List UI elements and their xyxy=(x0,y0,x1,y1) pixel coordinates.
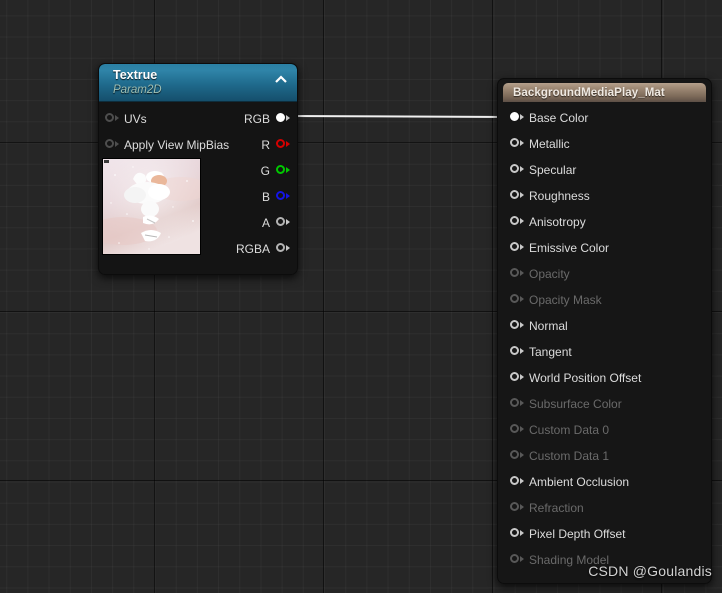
pin-label-base-color: Base Color xyxy=(529,111,589,125)
pin-row-metallic[interactable]: Metallic xyxy=(498,131,711,157)
pin-label-emissive-color: Emissive Color xyxy=(529,241,610,255)
pin-row-pixel-depth-offset[interactable]: Pixel Depth Offset xyxy=(498,521,711,547)
pin-label-a: A xyxy=(261,216,270,230)
pin-row-opacity-mask: Opacity Mask xyxy=(498,287,711,313)
pin-opacity-mask-icon xyxy=(510,293,524,307)
pin-refraction-icon xyxy=(510,501,524,515)
texture-thumbnail[interactable] xyxy=(102,158,201,255)
pin-tangent-icon[interactable] xyxy=(510,345,524,359)
pin-pixel-depth-offset-icon[interactable] xyxy=(510,527,524,541)
pin-opacity-icon xyxy=(510,267,524,281)
pin-label-opacity-mask: Opacity Mask xyxy=(529,293,602,307)
pin-row-specular[interactable]: Specular xyxy=(498,157,711,183)
texture-node-title: Textrue xyxy=(113,68,158,82)
pin-row-refraction: Refraction xyxy=(498,495,711,521)
pin-label-r: R xyxy=(261,138,270,152)
pin-label-g: G xyxy=(260,164,270,178)
pin-label-subsurface-color: Subsurface Color xyxy=(529,397,622,411)
pin-emissive-color-icon[interactable] xyxy=(510,241,524,255)
pin-label-roughness: Roughness xyxy=(529,189,590,203)
pin-label-opacity: Opacity xyxy=(529,267,570,281)
pin-rgb-icon[interactable] xyxy=(276,112,290,126)
pin-label-tangent: Tangent xyxy=(529,345,572,359)
texture-node-subtitle: Param2D xyxy=(113,84,162,96)
watermark-text: CSDN @Goulandis xyxy=(588,563,712,579)
pin-subsurface-color-icon xyxy=(510,397,524,411)
pin-row-subsurface-color: Subsurface Color xyxy=(498,391,711,417)
pin-label-refraction: Refraction xyxy=(529,501,584,515)
pin-label-uvs: UVs xyxy=(124,112,147,126)
pin-normal-icon[interactable] xyxy=(510,319,524,333)
pin-b-icon[interactable] xyxy=(276,190,290,204)
pin-g-icon[interactable] xyxy=(276,164,290,178)
pin-r-icon[interactable] xyxy=(276,138,290,152)
node-material-output[interactable]: BackgroundMediaPlay_Mat Base Color Metal… xyxy=(497,78,712,584)
material-node-title: BackgroundMediaPlay_Mat xyxy=(513,86,665,99)
pin-label-world-position-offset: World Position Offset xyxy=(529,371,642,385)
pin-label-anisotropy: Anisotropy xyxy=(529,215,586,229)
pin-row-emissive-color[interactable]: Emissive Color xyxy=(498,235,711,261)
pin-shading-model-icon xyxy=(510,553,524,567)
pin-apply-view-mipbias-icon[interactable] xyxy=(105,138,119,152)
texture-row-1: UVs RGB xyxy=(99,106,297,132)
pin-row-tangent[interactable]: Tangent xyxy=(498,339,711,365)
pin-label-specular: Specular xyxy=(529,163,577,177)
material-graph-canvas[interactable]: Textrue Param2D UVs RGB Apply View MipBi… xyxy=(0,0,722,593)
chevron-up-icon[interactable] xyxy=(273,73,289,85)
pin-label-custom-data-0: Custom Data 0 xyxy=(529,423,610,437)
material-node-body: BackgroundMediaPlay_Mat Base Color Metal… xyxy=(497,78,712,584)
pin-row-apply-view-mipbias[interactable]: Apply View MipBias xyxy=(99,132,237,158)
material-node-rows: Base Color Metallic Specular Roughness A… xyxy=(498,102,711,583)
pin-row-uvs[interactable]: UVs xyxy=(99,106,155,132)
pin-rgba-icon[interactable] xyxy=(276,242,290,256)
pin-label-rgba: RGBA xyxy=(235,242,270,256)
pin-label-metallic: Metallic xyxy=(529,137,570,151)
pin-roughness-icon[interactable] xyxy=(510,189,524,203)
pin-label-apply-view-mipbias: Apply View MipBias xyxy=(124,138,230,152)
pin-label-custom-data-1: Custom Data 1 xyxy=(529,449,610,463)
pin-row-opacity: Opacity xyxy=(498,261,711,287)
texture-thumbnail-image xyxy=(103,159,200,254)
pin-a-icon[interactable] xyxy=(276,216,290,230)
pin-custom-data-1-icon xyxy=(510,449,524,463)
pin-base-color-icon[interactable] xyxy=(510,111,524,125)
pin-ambient-occlusion-icon[interactable] xyxy=(510,475,524,489)
pin-row-rgb[interactable]: RGB xyxy=(238,106,297,132)
pin-metallic-icon[interactable] xyxy=(510,137,524,151)
texture-node-header[interactable]: Textrue Param2D xyxy=(99,64,297,102)
pin-custom-data-0-icon xyxy=(510,423,524,437)
wire-rgb-to-base-color xyxy=(286,115,513,118)
pin-label-ambient-occlusion: Ambient Occlusion xyxy=(529,475,630,489)
pin-row-normal[interactable]: Normal xyxy=(498,313,711,339)
pin-anisotropy-icon[interactable] xyxy=(510,215,524,229)
pin-specular-icon[interactable] xyxy=(510,163,524,177)
pin-row-ambient-occlusion[interactable]: Ambient Occlusion xyxy=(498,469,711,495)
pin-label-normal: Normal xyxy=(529,319,568,333)
pin-uvs-icon[interactable] xyxy=(105,112,119,126)
texture-row-2: Apply View MipBias R xyxy=(99,132,297,158)
pin-row-custom-data-0: Custom Data 0 xyxy=(498,417,711,443)
pin-row-custom-data-1: Custom Data 1 xyxy=(498,443,711,469)
pin-row-roughness[interactable]: Roughness xyxy=(498,183,711,209)
pin-row-r[interactable]: R xyxy=(255,132,297,158)
pin-row-anisotropy[interactable]: Anisotropy xyxy=(498,209,711,235)
pin-world-position-offset-icon[interactable] xyxy=(510,371,524,385)
pin-label-pixel-depth-offset: Pixel Depth Offset xyxy=(529,527,626,541)
material-node-header-wrap: BackgroundMediaPlay_Mat xyxy=(498,79,711,102)
pin-label-rgb: RGB xyxy=(243,112,270,126)
material-node-header[interactable]: BackgroundMediaPlay_Mat xyxy=(503,83,706,102)
pin-label-b: B xyxy=(261,190,270,204)
pin-row-world-position-offset[interactable]: World Position Offset xyxy=(498,365,711,391)
pin-row-base-color[interactable]: Base Color xyxy=(498,105,711,131)
